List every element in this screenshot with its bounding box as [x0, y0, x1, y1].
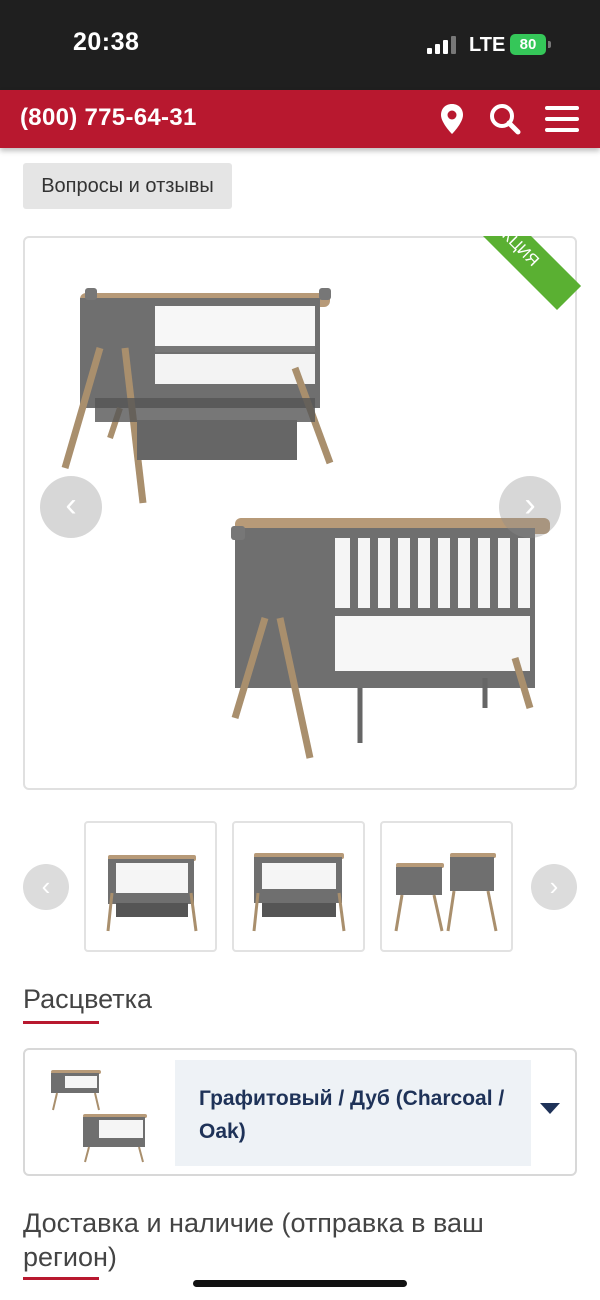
- main-product-image[interactable]: [23, 236, 577, 790]
- search-icon[interactable]: [485, 100, 525, 138]
- battery-icon: 80: [510, 34, 551, 55]
- color-section-title: Расцветка: [23, 984, 153, 1014]
- status-time: 20:38: [73, 28, 140, 56]
- color-select[interactable]: Графитовый / Дуб (Charcoal / Oak): [23, 1048, 577, 1176]
- site-header: (800) 775-64-31: [0, 90, 600, 148]
- status-bar: 20:38 LTE 80: [0, 0, 600, 90]
- color-value-box: Графитовый / Дуб (Charcoal / Oak): [175, 1060, 531, 1166]
- thumbnail-image-2[interactable]: [232, 821, 365, 952]
- cellular-signal-icon: [427, 36, 459, 54]
- title-underline: [23, 1277, 99, 1280]
- thumbnail-image-3[interactable]: [380, 821, 513, 952]
- gallery-next-button[interactable]: ›: [499, 476, 561, 538]
- phone-link[interactable]: (800) 775-64-31: [20, 104, 197, 132]
- color-swatch-image: [37, 1060, 167, 1166]
- hamburger-menu-icon[interactable]: [542, 100, 582, 138]
- bedside-crib-image: [61, 288, 550, 759]
- delivery-section-title: Доставка и наличие (отправка в ваш регио…: [23, 1208, 484, 1272]
- home-indicator[interactable]: [193, 1280, 407, 1287]
- network-type: LTE: [469, 34, 506, 56]
- title-underline: [23, 1021, 99, 1024]
- thumbnails-next-button[interactable]: ›: [531, 864, 577, 910]
- battery-level: 80: [519, 36, 537, 53]
- selected-color-value: Графитовый / Дуб (Charcoal / Oak): [199, 1087, 505, 1143]
- reviews-tab[interactable]: Вопросы и отзывы: [23, 163, 232, 209]
- thumbnail-image-1[interactable]: [84, 821, 217, 952]
- gallery-prev-button[interactable]: ‹: [40, 476, 102, 538]
- location-pin-icon[interactable]: [432, 100, 472, 138]
- thumbnails-prev-button[interactable]: ‹: [23, 864, 69, 910]
- chevron-down-icon[interactable]: [540, 1103, 560, 1114]
